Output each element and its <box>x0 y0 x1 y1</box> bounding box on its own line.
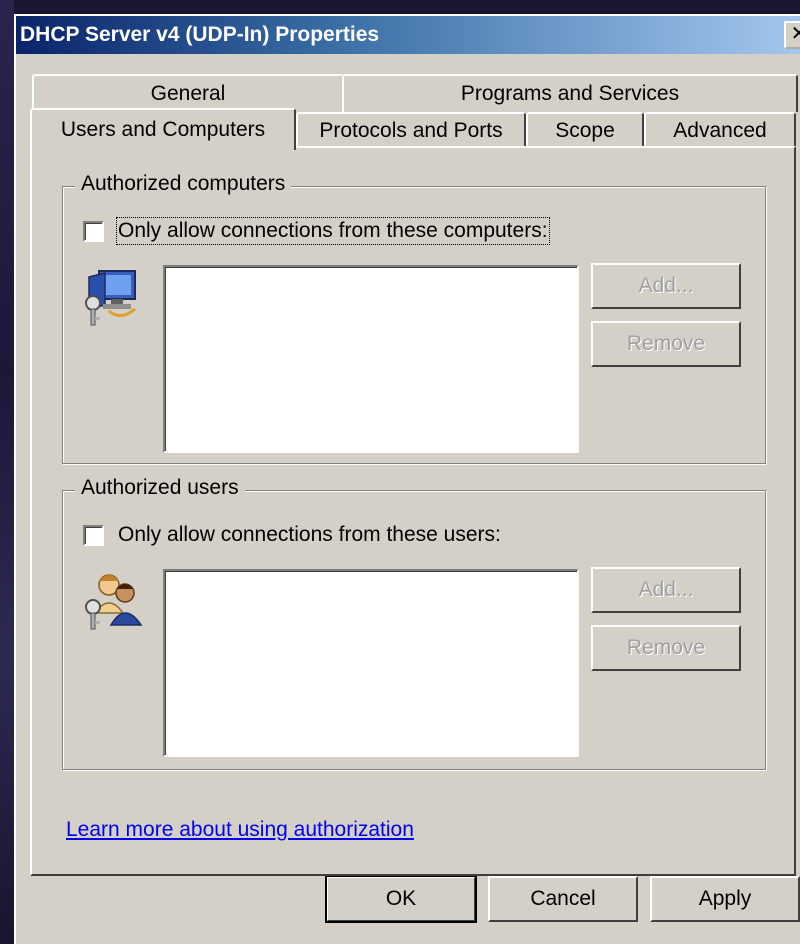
ok-button[interactable]: OK <box>325 875 477 923</box>
tab-advanced[interactable]: Advanced <box>644 112 796 148</box>
computers-restrict-checkbox-row[interactable]: Only allow connections from these comput… <box>83 217 550 245</box>
users-key-icon <box>81 567 147 633</box>
computers-restrict-label[interactable]: Only allow connections from these comput… <box>116 217 550 245</box>
properties-dialog: DHCP Server v4 (UDP-In) Properties ✕ Gen… <box>14 14 800 944</box>
users-remove-button[interactable]: Remove <box>591 625 741 671</box>
group-legend: Authorized users <box>75 476 245 500</box>
users-list[interactable] <box>163 569 579 757</box>
authorized-computers-group: Authorized computers Only allow connecti… <box>62 172 766 464</box>
tab-label: Protocols and Ports <box>319 119 503 142</box>
button-label: OK <box>385 887 417 910</box>
tab-general[interactable]: General <box>32 74 344 112</box>
button-label: Remove <box>626 332 706 355</box>
tab-label: Users and Computers <box>60 118 266 141</box>
authorized-users-group: Authorized users Only allow connections … <box>62 476 766 770</box>
tab-users-and-computers[interactable]: Users and Computers <box>30 108 296 150</box>
close-icon: ✕ <box>790 23 800 45</box>
learn-more-authorization-link[interactable]: Learn more about using authorization <box>66 818 414 842</box>
button-label: Apply <box>698 887 752 910</box>
tab-programs-and-services[interactable]: Programs and Services <box>342 74 798 112</box>
users-add-button[interactable]: Add... <box>591 567 741 613</box>
tab-label: Scope <box>555 119 615 142</box>
computers-key-icon <box>81 263 147 329</box>
close-button[interactable]: ✕ <box>784 21 800 49</box>
tab-panel-users-and-computers: Authorized computers Only allow connecti… <box>30 146 796 876</box>
group-legend: Authorized computers <box>75 172 292 196</box>
computers-add-button[interactable]: Add... <box>591 263 741 309</box>
apply-button[interactable]: Apply <box>650 876 800 922</box>
tab-protocols-and-ports[interactable]: Protocols and Ports <box>296 112 526 148</box>
tab-label: General <box>150 82 226 105</box>
computers-remove-button[interactable]: Remove <box>591 321 741 367</box>
tab-label: Advanced <box>673 119 767 142</box>
tab-scope[interactable]: Scope <box>526 112 644 148</box>
users-restrict-checkbox-row[interactable]: Only allow connections from these users: <box>83 523 501 547</box>
button-label: Remove <box>626 636 706 659</box>
desktop-background <box>0 0 14 933</box>
button-label: Cancel <box>530 887 596 910</box>
users-restrict-label[interactable]: Only allow connections from these users: <box>118 523 501 547</box>
computers-list[interactable] <box>163 265 579 453</box>
cancel-button[interactable]: Cancel <box>488 876 638 922</box>
button-label: Add... <box>638 578 694 601</box>
users-restrict-checkbox[interactable] <box>83 524 104 546</box>
button-label: Add... <box>638 274 694 297</box>
title-bar[interactable]: DHCP Server v4 (UDP-In) Properties ✕ <box>16 16 800 54</box>
computers-restrict-checkbox[interactable] <box>83 220 104 242</box>
tab-label: Programs and Services <box>460 82 680 105</box>
window-title: DHCP Server v4 (UDP-In) Properties <box>20 23 380 46</box>
